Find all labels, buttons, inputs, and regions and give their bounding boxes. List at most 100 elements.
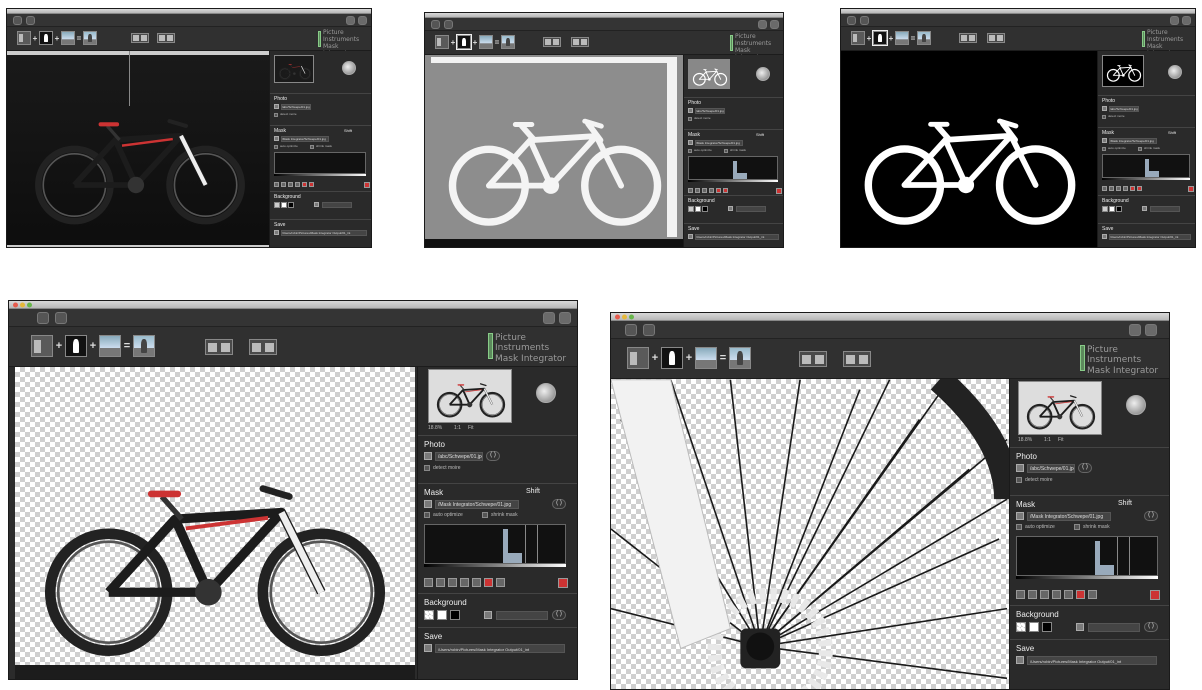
compare-view-button[interactable]	[157, 33, 175, 43]
reset-tool-icon[interactable]	[309, 182, 314, 187]
swatch-transparent[interactable]	[274, 202, 280, 208]
image-canvas[interactable]	[7, 51, 269, 247]
erase-tool-icon[interactable]	[1130, 186, 1135, 191]
mask-file-icon[interactable]	[424, 500, 432, 508]
zoom-1-1-button[interactable]: 1:1	[454, 425, 461, 431]
mask-file-field[interactable]: /Mask Integrator/Schwepe/01.jpg	[1027, 512, 1111, 521]
level-marker[interactable]	[525, 525, 526, 563]
preview-thumbnail[interactable]	[688, 59, 730, 89]
fill-tool-icon[interactable]	[460, 578, 469, 587]
smooth-tool-icon[interactable]	[472, 578, 481, 587]
auto-optimize-checkbox[interactable]	[424, 512, 430, 518]
photo-step-icon[interactable]	[627, 347, 649, 369]
reset-tool-icon[interactable]	[1137, 186, 1142, 191]
save-path-field[interactable]: /Users/robin/Pictures/Mask Integrator Ou…	[435, 644, 565, 653]
compare-view-button[interactable]	[843, 351, 871, 367]
wrench-icon[interactable]	[1182, 16, 1191, 25]
split-view-button[interactable]	[799, 351, 827, 367]
save-folder-icon[interactable]	[274, 230, 279, 235]
histogram[interactable]	[424, 524, 566, 564]
levels-gradient[interactable]	[1016, 576, 1158, 579]
swatch-transparent[interactable]	[1102, 206, 1108, 212]
detect-moire-checkbox[interactable]	[688, 117, 692, 121]
background-step-icon[interactable]	[695, 347, 717, 369]
background-options-button[interactable]: ( )	[552, 610, 566, 620]
background-file-icon[interactable]	[728, 206, 733, 211]
background-step-icon[interactable]	[895, 31, 909, 45]
save-path-field[interactable]: /Users/robin/Pictures/Mask Integrator Ou…	[281, 230, 367, 236]
fill-tool-icon[interactable]	[295, 182, 300, 187]
zoom-1-1-button[interactable]: 1:1	[1044, 437, 1051, 443]
brush-tool-icon[interactable]	[1016, 590, 1025, 599]
delete-icon[interactable]	[558, 578, 568, 588]
refresh-icon[interactable]	[847, 16, 856, 25]
lasso-tool-icon[interactable]	[1040, 590, 1049, 599]
lasso-tool-icon[interactable]	[702, 188, 707, 193]
shrink-mask-checkbox[interactable]	[1138, 147, 1142, 151]
levels-gradient[interactable]	[1102, 178, 1190, 180]
auto-optimize-checkbox[interactable]	[1016, 524, 1022, 530]
fill-tool-icon[interactable]	[1123, 186, 1128, 191]
photo-file-field[interactable]: /abc/Schwepe/01.jpg	[281, 104, 311, 110]
compare-view-button[interactable]	[249, 339, 277, 355]
swatch-white[interactable]	[437, 610, 447, 620]
delete-icon[interactable]	[1150, 590, 1160, 600]
erase-tool-icon[interactable]	[716, 188, 721, 193]
erase-tool-icon[interactable]	[302, 182, 307, 187]
split-view-button[interactable]	[131, 33, 149, 43]
level-marker[interactable]	[537, 525, 538, 563]
shrink-mask-checkbox[interactable]	[724, 149, 728, 153]
photo-file-field[interactable]: /abc/Schwepe/01.jpg	[1109, 106, 1139, 112]
background-step-icon[interactable]	[61, 31, 75, 45]
settings-icon[interactable]	[643, 324, 655, 336]
reset-tool-icon[interactable]	[723, 188, 728, 193]
swatch-white[interactable]	[695, 206, 701, 212]
background-file-icon[interactable]	[1076, 623, 1084, 631]
settings-icon[interactable]	[860, 16, 869, 25]
swatch-black[interactable]	[1116, 206, 1122, 212]
wrench-icon[interactable]	[770, 20, 779, 29]
mask-step-icon[interactable]	[65, 335, 87, 357]
pen-tool-icon[interactable]	[695, 188, 700, 193]
photo-file-icon[interactable]	[424, 452, 432, 460]
smooth-tool-icon[interactable]	[1064, 590, 1073, 599]
swatch-black[interactable]	[702, 206, 708, 212]
shift-options-button[interactable]: ( )	[552, 499, 566, 509]
mask-step-icon[interactable]	[39, 31, 53, 45]
lasso-tool-icon[interactable]	[448, 578, 457, 587]
detect-moire-checkbox[interactable]	[424, 465, 430, 471]
result-step-icon[interactable]	[917, 31, 931, 45]
save-folder-icon[interactable]	[688, 234, 693, 239]
background-step-icon[interactable]	[479, 35, 493, 49]
background-file-field[interactable]	[736, 206, 766, 212]
brush-tool-icon[interactable]	[1102, 186, 1107, 191]
refresh-icon[interactable]	[625, 324, 637, 336]
mask-step-icon[interactable]	[872, 30, 888, 46]
swatch-transparent[interactable]	[1016, 622, 1026, 632]
delete-icon[interactable]	[364, 182, 370, 188]
settings-icon[interactable]	[26, 16, 35, 25]
fill-tool-icon[interactable]	[1052, 590, 1061, 599]
image-canvas[interactable]	[15, 367, 415, 665]
zoom-knob[interactable]	[756, 67, 770, 81]
shrink-mask-checkbox[interactable]	[310, 145, 314, 149]
brush-tool-icon[interactable]	[274, 182, 279, 187]
swatch-black[interactable]	[288, 202, 294, 208]
result-step-icon[interactable]	[133, 335, 155, 357]
close-window-button[interactable]	[615, 314, 620, 319]
split-view-button[interactable]	[959, 33, 977, 43]
auto-optimize-checkbox[interactable]	[1102, 147, 1106, 151]
levels-gradient[interactable]	[274, 174, 366, 176]
auto-optimize-checkbox[interactable]	[274, 145, 278, 149]
background-options-button[interactable]: ( )	[1144, 622, 1158, 632]
save-path-field[interactable]: /Users/robin/Pictures/Mask Integrator Ou…	[695, 234, 779, 240]
mask-file-field[interactable]: /Mask Integrator/Schwepe/01.jpg	[435, 500, 519, 509]
erase-tool-icon[interactable]	[484, 578, 493, 587]
info-icon[interactable]	[1129, 324, 1141, 336]
mask-step-icon[interactable]	[661, 347, 683, 369]
info-icon[interactable]	[758, 20, 767, 29]
info-icon[interactable]	[1170, 16, 1179, 25]
reset-tool-icon[interactable]	[1088, 590, 1097, 599]
swatch-transparent[interactable]	[688, 206, 694, 212]
zoom-window-button[interactable]	[629, 314, 634, 319]
